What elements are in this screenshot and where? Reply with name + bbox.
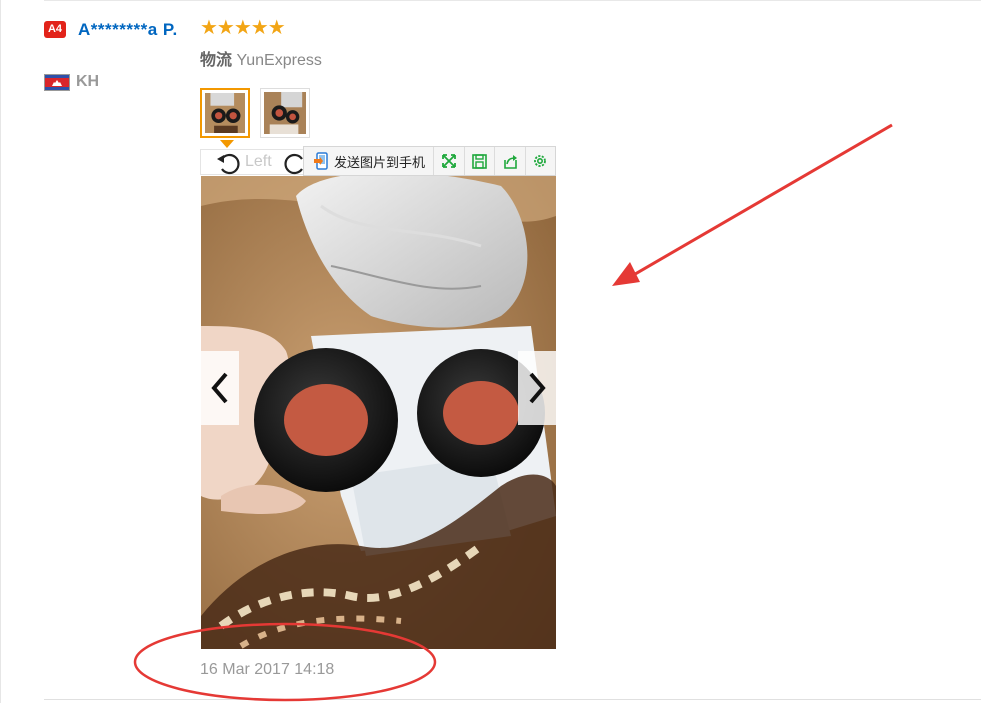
chevron-right-icon: [529, 372, 546, 404]
review-photo-thumbnail[interactable]: [200, 88, 250, 138]
photo-thumbnail-image: [205, 93, 245, 133]
logistics-info: 物流 YunExpress: [200, 46, 322, 70]
photo-thumbnail-image: [264, 92, 306, 134]
chevron-left-icon: [211, 372, 228, 404]
logistics-value: YunExpress: [236, 52, 322, 69]
share-icon: [503, 154, 517, 169]
country-code: KH: [76, 73, 100, 90]
review-photo-image: [201, 176, 556, 649]
rotate-controls: Left: [200, 149, 310, 175]
country-flag-icon: [44, 74, 70, 91]
review-date: 16 Mar 2017 14:18: [200, 661, 335, 678]
send-to-phone-label: 发送图片到手机: [334, 154, 426, 170]
share-button[interactable]: [495, 147, 526, 175]
expand-icon: [441, 154, 456, 168]
page-left-border: [0, 0, 1, 703]
review-photo-thumbnail[interactable]: [260, 88, 310, 138]
expand-button[interactable]: [434, 147, 465, 175]
annotation-arrow-head: [612, 262, 640, 286]
rotate-left-label[interactable]: Left: [245, 153, 272, 171]
previous-photo-button[interactable]: [201, 351, 239, 425]
reviewer-name[interactable]: A********a P.: [44, 18, 194, 42]
divider-top: [44, 0, 981, 1]
review-photo[interactable]: [201, 176, 556, 649]
divider-bottom: [44, 699, 981, 700]
save-button[interactable]: [465, 147, 496, 175]
settings-icon: [534, 155, 547, 167]
phone-send-icon: [314, 152, 328, 170]
active-thumbnail-caret: [220, 140, 234, 148]
save-icon: [471, 153, 487, 169]
logistics-label: 物流: [200, 52, 233, 69]
star-rating: ★★★★★: [200, 17, 286, 39]
send-to-phone-button[interactable]: 发送图片到手机: [304, 147, 435, 175]
image-toolbar: 发送图片到手机: [303, 146, 556, 176]
settings-button[interactable]: [526, 147, 556, 175]
next-photo-button[interactable]: [518, 351, 556, 425]
annotation-arrow-line: [629, 123, 893, 279]
